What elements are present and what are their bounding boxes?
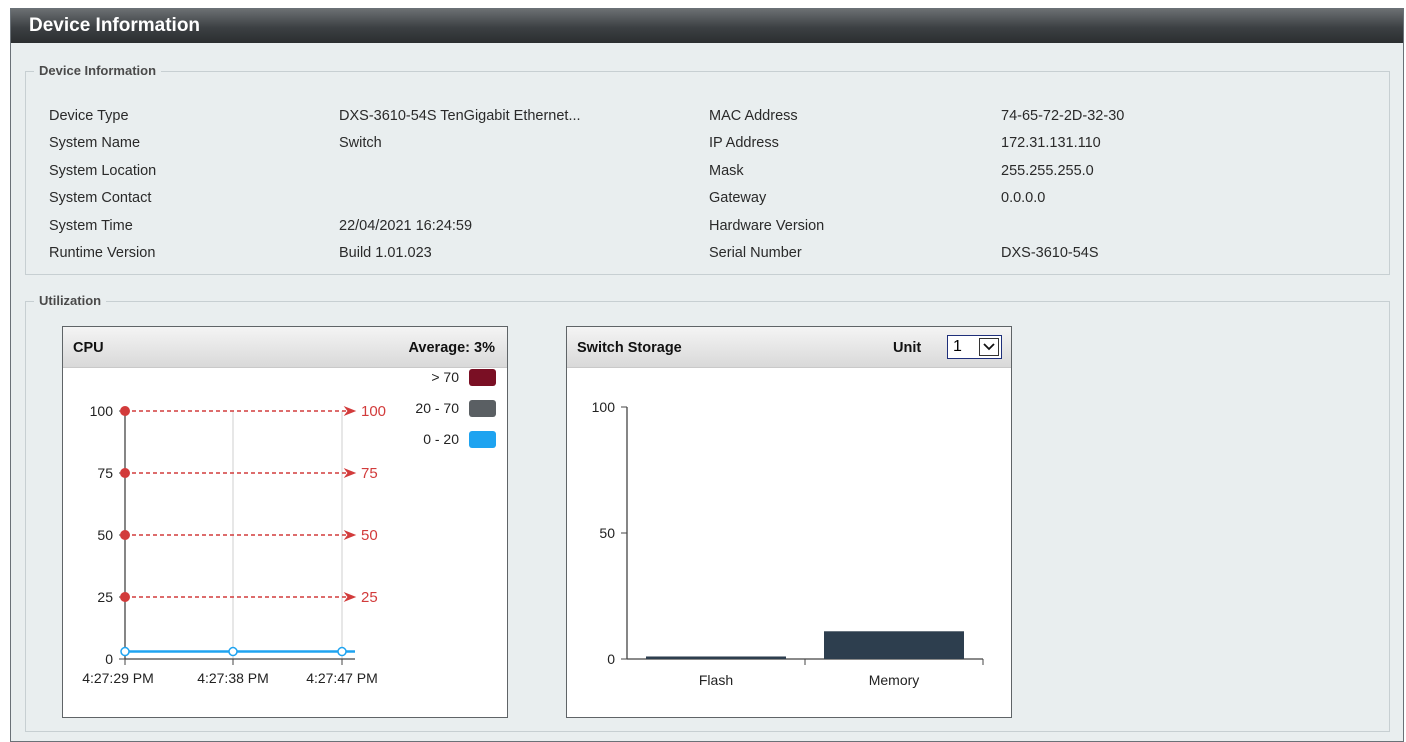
threshold-dot-50 xyxy=(120,530,130,540)
system-name-label: System Name xyxy=(49,135,141,151)
unit-label: Unit xyxy=(893,340,922,356)
cpu-legend-label-mid: 20 - 70 xyxy=(415,400,459,416)
storage-x-label-flash: Flash xyxy=(699,672,733,688)
storage-card-header: Switch Storage Unit 1 xyxy=(567,327,1011,368)
storage-y-label-100: 100 xyxy=(592,399,616,415)
cpu-point-3 xyxy=(337,646,347,657)
cpu-threshold-50: 50 xyxy=(120,527,378,544)
mask-value: 255.255.255.0 xyxy=(1001,163,1094,179)
device-type-label: Device Type xyxy=(49,108,129,124)
cpu-chart: 100 75 50 25 0 100 75 50 25 4:27:29 PM 4… xyxy=(82,369,496,686)
device-info-legend: Device Information xyxy=(34,63,162,79)
cpu-x-label-2: 4:27:38 PM xyxy=(197,670,269,686)
device-type-value: DXS-3610-54S TenGigabit Ethernet... xyxy=(339,108,581,124)
hardware-version-label: Hardware Version xyxy=(709,218,825,234)
cpu-y-label-50: 50 xyxy=(97,527,113,543)
cpu-x-label-3: 4:27:47 PM xyxy=(306,670,378,686)
threshold-label-75: 75 xyxy=(361,465,378,482)
system-time-label: System Time xyxy=(49,218,133,234)
cpu-y-label-0: 0 xyxy=(105,651,113,667)
cpu-title: CPU xyxy=(73,340,104,356)
switch-storage-card: Switch Storage Unit 1 100 50 0 Flash Mem… xyxy=(566,326,1012,718)
storage-y-label-0: 0 xyxy=(607,651,615,667)
threshold-label-25: 25 xyxy=(361,589,378,606)
threshold-label-100: 100 xyxy=(361,403,386,420)
device-information-window: Device Information Device Information De… xyxy=(10,8,1404,742)
cpu-legend-swatch-low xyxy=(469,431,496,448)
system-location-label: System Location xyxy=(49,163,157,179)
utilization-group: Utilization CPU Average: 3% 100 75 50 25… xyxy=(25,293,1390,732)
threshold-dot-75 xyxy=(120,468,130,478)
ip-address-label: IP Address xyxy=(709,135,779,151)
cpu-threshold-75: 75 xyxy=(120,465,378,482)
cpu-card: CPU Average: 3% 100 75 50 25 0 100 75 50… xyxy=(62,326,508,718)
threshold-label-50: 50 xyxy=(361,527,378,544)
chevron-down-icon[interactable] xyxy=(979,338,999,356)
cpu-x-label-1: 4:27:29 PM xyxy=(82,670,154,686)
cpu-card-header: CPU Average: 3% xyxy=(63,327,507,368)
unit-select[interactable]: 1 xyxy=(947,335,1002,359)
cpu-y-label-100: 100 xyxy=(90,403,114,419)
cpu-average: Average: 3% xyxy=(408,340,495,356)
cpu-y-label-75: 75 xyxy=(97,465,113,481)
unit-select-value: 1 xyxy=(953,338,962,355)
serial-number-label: Serial Number xyxy=(709,245,802,261)
storage-bar-memory xyxy=(824,631,964,659)
system-time-value: 22/04/2021 16:24:59 xyxy=(339,218,473,234)
runtime-version-label: Runtime Version xyxy=(49,245,156,261)
system-name-value: Switch xyxy=(339,135,382,151)
gateway-value: 0.0.0.0 xyxy=(1001,190,1046,206)
threshold-dot-25 xyxy=(120,592,130,602)
cpu-point-2 xyxy=(228,646,238,657)
system-contact-label: System Contact xyxy=(49,190,152,206)
storage-title: Switch Storage xyxy=(577,340,682,356)
cpu-point-1 xyxy=(120,646,130,657)
gateway-label: Gateway xyxy=(709,190,767,206)
ip-address-value: 172.31.131.110 xyxy=(1001,135,1101,151)
serial-number-value: DXS-3610-54S xyxy=(1001,245,1099,261)
cpu-legend-swatch-mid xyxy=(469,400,496,417)
window-title: Device Information xyxy=(11,9,1403,43)
device-info-group: Device Information Device Type DXS-3610-… xyxy=(25,63,1390,275)
cpu-threshold-25: 25 xyxy=(120,589,378,606)
cpu-legend-swatch-high xyxy=(469,369,496,386)
cpu-legend-label-low: 0 - 20 xyxy=(423,431,459,447)
cpu-legend: > 70 20 - 70 0 - 20 xyxy=(415,369,496,448)
storage-y-label-50: 50 xyxy=(599,525,615,541)
mac-address-value: 74-65-72-2D-32-30 xyxy=(1001,108,1125,124)
storage-chart: 100 50 0 Flash Memory xyxy=(592,399,984,688)
mask-label: Mask xyxy=(709,163,744,179)
cpu-legend-label-high: > 70 xyxy=(431,369,459,385)
cpu-threshold-100: 100 xyxy=(120,403,386,420)
storage-x-label-memory: Memory xyxy=(869,672,920,688)
utilization-legend: Utilization xyxy=(34,293,107,309)
threshold-dot-100 xyxy=(120,406,130,416)
mac-address-label: MAC Address xyxy=(709,108,798,124)
cpu-y-label-25: 25 xyxy=(97,589,113,605)
storage-bar-flash xyxy=(646,656,786,659)
runtime-version-value: Build 1.01.023 xyxy=(339,245,432,261)
